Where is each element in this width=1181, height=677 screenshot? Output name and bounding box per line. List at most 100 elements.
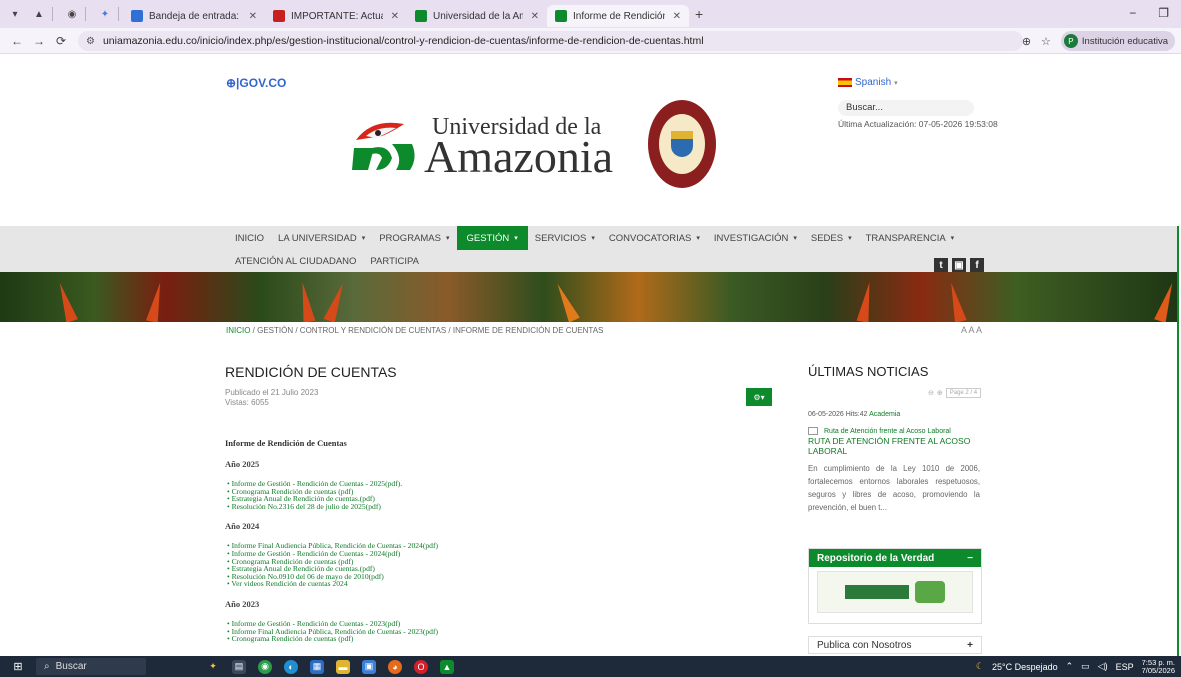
nav-item[interactable]: INICIO — [228, 227, 271, 249]
news-excerpt: En cumplimiento de la Ley 1010 de 2006, … — [808, 464, 980, 512]
breadcrumb-path[interactable]: / GESTIÓN / CONTROL Y RENDICIÓN DE CUENT… — [250, 326, 604, 335]
file-explorer-icon[interactable]: ▬ — [336, 659, 350, 674]
tab-title: Bandeja de entrada: PATRICIA I — [149, 10, 241, 22]
firefox-icon[interactable]: ◕ — [388, 659, 402, 674]
chevron-down-icon: ▾ — [514, 235, 518, 242]
browser-tab[interactable]: Bandeja de entrada: PATRICIA I ✕ — [123, 5, 265, 27]
nav-item[interactable]: SERVICIOS ▾ — [528, 227, 602, 249]
chrome-icon[interactable]: ◉ — [258, 659, 272, 674]
chevron-down-icon: ▾ — [848, 235, 852, 242]
nav-item[interactable]: ATENCIÓN AL CIUDADANO — [228, 250, 363, 272]
forward-button[interactable]: → — [28, 34, 50, 48]
profile-avatar: P — [1063, 34, 1078, 48]
reload-button[interactable]: ⟳ — [50, 34, 72, 48]
task-view-icon[interactable]: ▤ — [232, 659, 246, 674]
article-tools-button[interactable]: ⚙▾ — [746, 388, 772, 406]
document-link[interactable]: Cronograma Rendición de cuentas (pdf) — [227, 635, 745, 643]
prev-arrow-icon[interactable]: ⊖ — [928, 389, 934, 397]
nav-item[interactable]: GESTIÓN ▾ — [456, 226, 528, 250]
site-search-input[interactable]: Buscar... — [838, 100, 974, 116]
news-category-link[interactable]: Academia — [869, 411, 900, 418]
next-arrow-icon[interactable]: ⊕ — [937, 389, 943, 397]
taskbar-search[interactable]: ⌕ Buscar — [36, 658, 146, 675]
weather-text[interactable]: 25°C Despejado — [992, 662, 1058, 672]
restore-icon[interactable]: ❐ — [1158, 6, 1169, 20]
text-size-controls[interactable]: A A A — [961, 325, 982, 335]
language-label: Spanish — [855, 77, 892, 88]
language-selector[interactable]: Spanish ▾ — [838, 77, 898, 88]
calendar-icon[interactable]: ▦ — [310, 659, 324, 674]
publica-module-header[interactable]: Publica con Nosotros + — [808, 636, 982, 654]
nav-item[interactable]: SEDES ▾ — [804, 227, 859, 249]
windows-start-icon[interactable]: ⊞ — [6, 656, 30, 677]
nav-item[interactable]: LA UNIVERSIDAD ▾ — [271, 227, 372, 249]
browser-tab[interactable]: Universidad de la Amazonia ✕ — [407, 5, 547, 27]
tab-close-icon[interactable]: ✕ — [531, 11, 539, 22]
breadcrumb-home-link[interactable]: INICIO — [226, 326, 250, 335]
tab-close-icon[interactable]: ✕ — [391, 11, 399, 22]
new-tab-button[interactable]: + — [695, 6, 703, 22]
nav-item[interactable]: TRANSPARENCIA ▾ — [859, 227, 962, 249]
tray-chevron-icon[interactable]: ⌃ — [1066, 661, 1074, 672]
news-meta: 06-05-2026 Hits:42 Academia — [808, 411, 900, 418]
latest-news-title: ÚLTIMAS NOTICIAS — [808, 364, 929, 379]
facebook-icon[interactable]: f — [970, 258, 984, 272]
document-link[interactable]: Ver videos Rendición de cuentas 2024 — [227, 580, 745, 588]
nav-item[interactable]: PROGRAMAS ▾ — [372, 227, 456, 249]
profile-button[interactable]: P Institución educativa — [1060, 31, 1175, 51]
nav-item[interactable]: PARTICIPA — [363, 250, 426, 272]
year-heading: Año 2025 — [225, 459, 260, 469]
nav-item-label: INICIO — [235, 232, 265, 244]
publica-title: Publica con Nosotros — [817, 639, 912, 651]
expand-icon[interactable]: + — [967, 640, 973, 651]
news-image-alt: Ruta de Atención frente al Acoso Laboral — [824, 427, 951, 435]
youtube-icon[interactable]: ▣ — [952, 258, 966, 272]
tab-title: Universidad de la Amazonia — [433, 10, 523, 22]
clock[interactable]: 7:53 p. m. 7/05/2026 — [1142, 658, 1175, 675]
url-field[interactable]: ⚙ uniamazonia.edu.co/inicio/index.php/es… — [78, 31, 1023, 51]
network-icon[interactable]: ▭ — [1081, 661, 1090, 672]
repositorio-header[interactable]: Repositorio de la Verdad − — [809, 549, 981, 567]
tab-close-icon[interactable]: ✕ — [249, 11, 257, 22]
university-logo[interactable]: Universidad de la Amazonia — [352, 100, 722, 192]
document-list: Informe de Gestión - Rendición de Cuenta… — [227, 480, 745, 510]
minimize-icon[interactable]: − — [1129, 6, 1136, 20]
page-right-edge — [1177, 226, 1181, 656]
browser-tab[interactable]: Informe de Rendición de cuent ✕ — [547, 5, 689, 27]
taskbar-search-label: Buscar — [55, 661, 87, 672]
tab-separator — [118, 7, 119, 21]
input-language[interactable]: ESP — [1116, 662, 1134, 672]
edge-icon[interactable]: ◐ — [284, 659, 298, 674]
tab-close-icon[interactable]: ✕ — [673, 11, 681, 22]
chevron-down-icon: ▾ — [696, 235, 700, 242]
news-pager: ⊖ ⊕ Page 2 / 4 — [928, 388, 982, 398]
collapse-icon[interactable]: − — [967, 553, 973, 564]
news-headline-link[interactable]: RUTA DE ATENCIÓN FRENTE AL ACOSO LABORAL — [808, 436, 978, 456]
store-icon[interactable]: ▣ — [362, 659, 376, 674]
twitter-icon[interactable]: t — [934, 258, 948, 272]
windows-taskbar: ⊞ ⌕ Buscar ✦ ▤ ◉ ◐ ▦ ▬ ▣ ◕ O ▲ ☾ 25°C De… — [0, 656, 1181, 677]
chevron-down-icon: ▾ — [591, 235, 595, 242]
govco-link[interactable]: ⊕|GOV.CO — [226, 76, 286, 90]
back-button[interactable]: ← — [6, 34, 28, 48]
verdad-banner-image[interactable] — [817, 571, 973, 613]
volume-icon[interactable]: ◁) — [1098, 661, 1108, 672]
document-link[interactable]: Resolución No.2316 del 28 de julio de 20… — [227, 503, 745, 511]
widgets-icon[interactable]: ✦ — [206, 660, 220, 674]
bookmark-star-icon[interactable]: ☆ — [1041, 35, 1051, 48]
pinned-app-icon[interactable]: ◉ — [63, 5, 81, 23]
browser-tab[interactable]: IMPORTANTE: Actualización Mi ✕ — [265, 5, 407, 27]
opera-icon[interactable]: O — [414, 659, 428, 674]
page-title: RENDICIÓN DE CUENTAS — [225, 364, 397, 380]
tab-favicon-icon — [273, 10, 285, 22]
site-info-icon[interactable]: ⚙ — [86, 36, 95, 47]
year-heading: Año 2023 — [225, 598, 260, 609]
news-image[interactable]: Ruta de Atención frente al Acoso Laboral — [808, 427, 951, 435]
zoom-icon[interactable]: ⊕ — [1022, 35, 1031, 48]
nav-item[interactable]: INVESTIGACIÓN ▾ — [707, 227, 804, 249]
tab-list-chevron-icon[interactable]: ▾ — [6, 5, 24, 23]
nav-item[interactable]: CONVOCATORIAS ▾ — [602, 227, 707, 249]
gemini-icon[interactable]: ✦ — [96, 5, 114, 23]
uniamazonia-app-icon[interactable]: ▲ — [440, 659, 454, 674]
pinned-tab-icon[interactable]: ▲ — [30, 5, 48, 23]
